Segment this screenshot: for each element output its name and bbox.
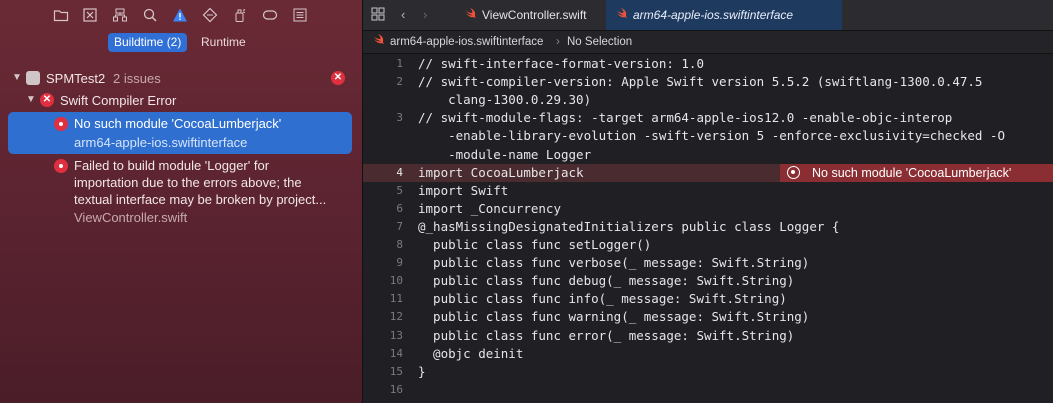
code-line[interactable]: -module-name Logger [418,147,591,162]
tab-label: arm64-apple-ios.swiftinterface [633,8,794,22]
error-group-row[interactable]: ▼ ✕ Swift Compiler Error [0,92,362,110]
navigator-toolbar [0,0,362,30]
runtime-scope-button[interactable]: Runtime [195,33,252,52]
project-name: SPMTest2 [46,71,106,86]
swift-icon [466,8,476,18]
inline-error-text: No such module 'CocoaLumberjack' [812,166,1012,180]
issue-row-selected[interactable]: No such module 'CocoaLumberjack' arm64-a… [8,112,352,154]
scope-bar: Buildtime (2) Runtime [0,33,362,53]
line-number: 1 [396,57,403,70]
code-line[interactable]: @objc deinit [418,346,523,361]
project-icon [26,71,40,85]
jumpbar-selection[interactable]: No Selection [567,31,632,53]
warning-triangle-icon[interactable] [172,7,188,23]
line-number: 10 [389,274,403,288]
buildtime-scope-button[interactable]: Buildtime (2) [108,33,188,52]
line-number: 4 [396,165,403,179]
issue-row[interactable]: Failed to build module 'Logger' for impo… [0,156,362,228]
code-line[interactable]: import CocoaLumberjack [418,165,584,180]
diamond-icon[interactable] [202,7,218,23]
line-number: 12 [389,310,403,324]
swift-icon [374,34,384,44]
code-line[interactable]: public class func debug(_ message: Swift… [418,273,794,288]
swift-icon [617,8,627,18]
line-number: 13 [389,328,403,342]
code-line[interactable]: public class func warning(_ message: Swi… [418,309,809,324]
issue-title-line-1: Failed to build module 'Logger' for [74,158,270,173]
chevron-down-icon[interactable]: ▼ [26,94,36,105]
code-line[interactable]: public class func error(_ message: Swift… [418,328,794,343]
code-line[interactable]: // swift-compiler-version: Apple Swift v… [418,74,982,89]
code-line[interactable]: import Swift [418,183,508,198]
issue-count: 2 issues [113,71,161,86]
error-icon [787,166,800,179]
grid-icon[interactable] [371,7,385,26]
code-area[interactable]: No such module 'CocoaLumberjack' 1234567… [363,55,1053,403]
group-label: Swift Compiler Error [60,93,177,108]
line-number: 5 [396,183,403,197]
issue-file: arm64-apple-ios.swiftinterface [74,135,248,150]
code-line[interactable]: @_hasMissingDesignatedInitializers publi… [418,219,839,234]
tab-bar: ‹ › ViewController.swift arm64-apple-ios… [363,0,1053,31]
tab-label: ViewController.swift [482,8,587,22]
line-number: 11 [389,292,403,306]
issue-title: No such module 'CocoaLumberjack' [74,116,282,131]
error-x-icon: ✕ [40,93,54,107]
code-line[interactable]: } [418,364,426,379]
jump-bar: arm64-apple-ios.swiftinterface › No Sele… [363,31,1053,54]
hierarchy-icon[interactable] [112,7,128,23]
issue-title-line-3: textual interface may be broken by proje… [74,192,327,207]
back-chevron-icon[interactable]: ‹ [401,7,405,22]
project-row[interactable]: ▼ SPMTest2 2 issues ✕ [0,70,362,88]
issue-navigator: Buildtime (2) Runtime ▼ SPMTest2 2 issue… [0,0,362,403]
jumpbar-file[interactable]: arm64-apple-ios.swiftinterface [373,31,543,53]
line-number: 14 [389,346,403,360]
error-icon [54,117,68,131]
code-line[interactable]: clang-1300.0.29.30) [418,92,591,107]
code-line[interactable]: // swift-interface-format-version: 1.0 [418,56,704,71]
line-number: 7 [396,219,403,233]
line-number: 9 [396,256,403,270]
code-line[interactable]: -enable-library-evolution -swift-version… [418,128,1005,143]
code-line[interactable]: public class func info(_ message: Swift.… [418,291,787,306]
inline-error-bubble[interactable]: No such module 'CocoaLumberjack' [780,164,1053,182]
code-line[interactable]: import _Concurrency [418,201,561,216]
issue-title-line-2: importation due to the errors above; the [74,175,302,190]
source-editor: ‹ › ViewController.swift arm64-apple-ios… [362,0,1053,403]
error-badge-icon: ✕ [331,71,345,85]
line-number: 15 [389,364,403,378]
tag-icon[interactable] [262,7,278,23]
tab-viewcontroller[interactable]: ViewController.swift [459,0,607,30]
list-icon[interactable] [292,7,308,23]
line-number: 2 [396,75,403,89]
search-icon[interactable] [142,7,158,23]
code-line[interactable]: // swift-module-flags: -target arm64-app… [418,110,952,125]
folder-icon[interactable] [53,7,69,23]
issue-file: ViewController.swift [74,210,188,225]
spray-icon[interactable] [232,7,248,23]
error-icon [54,159,68,173]
jumpbar-file-label: arm64-apple-ios.swiftinterface [390,36,544,48]
line-number: 16 [389,382,403,396]
forward-chevron-icon[interactable]: › [423,7,427,22]
chevron-down-icon[interactable]: ▼ [12,72,22,83]
code-line[interactable]: public class func verbose(_ message: Swi… [418,255,809,270]
line-number: 6 [396,201,403,215]
jumpbar-separator-icon: › [556,36,560,48]
tab-swiftinterface[interactable]: arm64-apple-ios.swiftinterface [606,0,842,30]
x-square-icon[interactable] [82,7,98,23]
code-line[interactable]: public class func setLogger() [418,237,651,252]
line-number: 3 [396,111,403,125]
line-number: 8 [396,238,403,251]
